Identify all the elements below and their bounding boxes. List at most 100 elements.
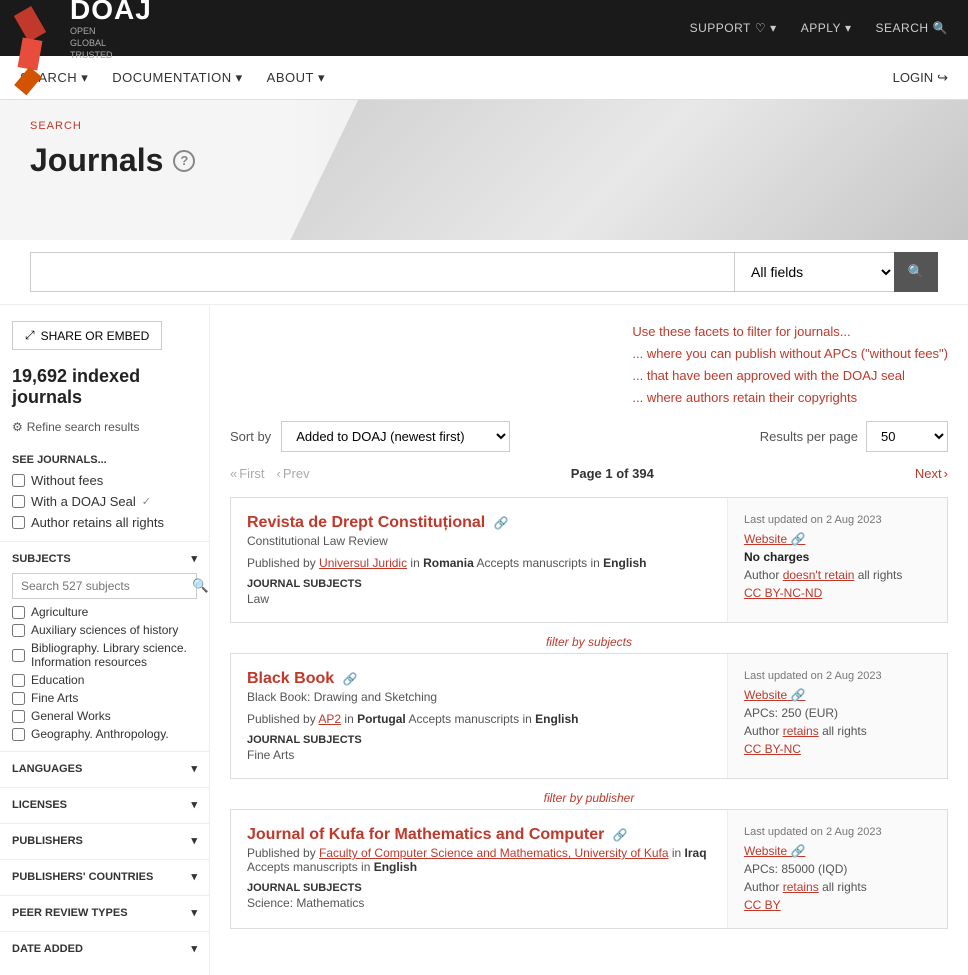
- apcs-info: APCs: 85000 (IQD): [744, 862, 931, 876]
- search-icon: 🔍: [933, 21, 948, 35]
- subject-bibliography[interactable]: Bibliography. Library science. Informati…: [0, 639, 209, 671]
- journal-title[interactable]: Black Book 🔗: [247, 670, 711, 688]
- author-link[interactable]: retains: [783, 880, 819, 894]
- subjects-search-input[interactable]: [13, 575, 184, 597]
- subjects-label: Journal subjects: [247, 882, 711, 894]
- without-fees-checkbox[interactable]: [12, 474, 25, 487]
- results-per-page-select[interactable]: 10 25 50 100: [866, 421, 948, 452]
- journal-card: Journal of Kufa for Mathematics and Comp…: [230, 809, 948, 929]
- subject-general-works[interactable]: General Works: [0, 707, 209, 725]
- pagination-row: « First ‹ Prev Page 1 of 394 Next ›: [230, 466, 948, 481]
- sort-results-row: Sort by Added to DOAJ (newest first) Tit…: [230, 421, 948, 452]
- external-link-icon: 🔗: [494, 516, 509, 530]
- apcs-info: APCs: 250 (EUR): [744, 706, 931, 720]
- author-link[interactable]: doesn't retain: [783, 568, 855, 582]
- website-link[interactable]: Website 🔗: [744, 532, 931, 546]
- external-link-icon: 🔗: [790, 688, 805, 702]
- chevron-down-icon: ▾: [236, 70, 243, 86]
- external-link-icon: 🔗: [343, 672, 358, 686]
- hero-content: SEARCH Journals ?: [30, 120, 195, 179]
- journal-card-main: Journal of Kufa for Mathematics and Comp…: [231, 810, 727, 928]
- results-per-page-area: Results per page 10 25 50 100: [760, 421, 948, 452]
- sort-select[interactable]: Added to DOAJ (newest first) Title (A-Z)…: [281, 421, 510, 452]
- subject-auxiliary[interactable]: Auxiliary sciences of history: [0, 621, 209, 639]
- hint-line-1: Use these facets to filter for journals.…: [632, 321, 948, 343]
- refine-label: ⚙ Refine search results: [0, 420, 209, 446]
- doaj-seal-checkbox[interactable]: [12, 495, 25, 508]
- share-embed-button[interactable]: ⤢ SHARE OR EMBED: [12, 321, 162, 350]
- see-journals-label: SEE JOURNALS...: [0, 446, 209, 470]
- journal-published: Published by Universul Juridic in Romani…: [247, 556, 711, 570]
- chevron-down-icon: ▾: [191, 942, 197, 955]
- subject-education[interactable]: Education: [0, 671, 209, 689]
- subjects-search: 🔍: [12, 573, 197, 599]
- website-link[interactable]: Website 🔗: [744, 844, 931, 858]
- hero-section: SEARCH Journals ?: [0, 100, 968, 240]
- help-icon[interactable]: ?: [173, 150, 195, 172]
- nav-documentation[interactable]: DOCUMENTATION ▾: [112, 56, 242, 100]
- date-added-section-header[interactable]: DATE ADDED ▾: [0, 931, 209, 959]
- search-nav[interactable]: SEARCH 🔍: [876, 21, 948, 35]
- search-button[interactable]: 🔍: [894, 252, 938, 292]
- subjects-section-header[interactable]: SUBJECTS ▾: [0, 541, 209, 569]
- search-input[interactable]: [30, 252, 734, 292]
- author-link[interactable]: retains: [783, 724, 819, 738]
- nav-about[interactable]: ABOUT ▾: [267, 56, 325, 100]
- peer-review-section-header[interactable]: PEER REVIEW TYPES ▾: [0, 895, 209, 923]
- last-updated: Last updated on 2 Aug 2023: [744, 514, 931, 526]
- search-icon: 🔍: [908, 264, 925, 280]
- without-fees-filter[interactable]: Without fees: [0, 470, 209, 491]
- chevron-down-icon: ▾: [845, 21, 852, 35]
- publishers-section-header[interactable]: PUBLISHERS ▾: [0, 823, 209, 851]
- first-button[interactable]: « First: [230, 466, 265, 481]
- logo[interactable]: DOAJ OPENGLOBALTRUSTED: [20, 0, 152, 62]
- subjects-list: Agriculture Auxiliary sciences of histor…: [0, 603, 209, 743]
- heart-icon: ♡: [755, 21, 766, 35]
- apply-nav[interactable]: APPLY ▾: [801, 21, 852, 35]
- hint-line-3: ... that have been approved with the DOA…: [632, 365, 948, 387]
- publishers-countries-section-header[interactable]: PUBLISHERS' COUNTRIES ▾: [0, 859, 209, 887]
- publisher-link[interactable]: Faculty of Computer Science and Mathemat…: [319, 846, 668, 860]
- licenses-section-header[interactable]: LICENSES ▾: [0, 787, 209, 815]
- next-button[interactable]: Next ›: [915, 466, 948, 481]
- doaj-seal-filter[interactable]: With a DOAJ Seal ✓: [0, 491, 209, 512]
- last-updated: Last updated on 2 Aug 2023: [744, 826, 931, 838]
- sidebar: ⤢ SHARE OR EMBED 19,692 indexed journals…: [0, 305, 210, 975]
- logo-text: DOAJ: [70, 0, 152, 26]
- publisher-link[interactable]: AP2: [318, 712, 341, 726]
- filter-icon: ⚙: [12, 420, 23, 434]
- search-bar: All fields Title ISSN Subject Publisher …: [0, 240, 968, 305]
- top-header: DOAJ OPENGLOBALTRUSTED SUPPORT ♡ ▾ APPLY…: [0, 0, 968, 56]
- login-button[interactable]: LOGIN ↪: [893, 70, 948, 86]
- search-icon: 🔍: [192, 578, 209, 593]
- journal-title[interactable]: Revista de Drept Constituțional 🔗: [247, 514, 711, 532]
- support-nav[interactable]: SUPPORT ♡ ▾: [690, 21, 777, 35]
- author-rights: Author retains all rights: [744, 724, 931, 738]
- page-title: Journals ?: [30, 142, 195, 179]
- chevron-down-icon: ▾: [81, 70, 88, 86]
- journal-subtitle: Constitutional Law Review: [247, 534, 711, 548]
- journal-title[interactable]: Journal of Kufa for Mathematics and Comp…: [247, 826, 711, 844]
- journal-card: Revista de Drept Constituțional 🔗 Consti…: [230, 497, 948, 623]
- publisher-link[interactable]: Universul Juridic: [319, 556, 407, 570]
- hint-line-4: ... where authors retain their copyright…: [632, 387, 948, 409]
- subject-agriculture[interactable]: Agriculture: [0, 603, 209, 621]
- chevron-right-icon: ›: [944, 466, 948, 481]
- languages-section-header[interactable]: LANGUAGES ▾: [0, 751, 209, 779]
- author-rights-checkbox[interactable]: [12, 516, 25, 529]
- license-link[interactable]: CC BY-NC: [744, 742, 931, 756]
- field-select[interactable]: All fields Title ISSN Subject Publisher …: [734, 252, 894, 292]
- subject-geography[interactable]: Geography. Anthropology.: [0, 725, 209, 743]
- chevron-down-icon: ▾: [191, 552, 197, 565]
- author-rights-filter[interactable]: Author retains all rights: [0, 512, 209, 533]
- prev-button[interactable]: ‹ Prev: [277, 466, 310, 481]
- website-link[interactable]: Website 🔗: [744, 688, 931, 702]
- subject-fine-arts[interactable]: Fine Arts: [0, 689, 209, 707]
- breadcrumb: SEARCH: [30, 120, 195, 132]
- journal-published: Published by AP2 in Portugal Accepts man…: [247, 712, 711, 726]
- journal-subtitle: Black Book: Drawing and Sketching: [247, 690, 711, 704]
- sort-area: Sort by Added to DOAJ (newest first) Tit…: [230, 421, 510, 452]
- author-rights: Author doesn't retain all rights: [744, 568, 931, 582]
- license-link[interactable]: CC BY-NC-ND: [744, 586, 931, 600]
- license-link[interactable]: CC BY: [744, 898, 931, 912]
